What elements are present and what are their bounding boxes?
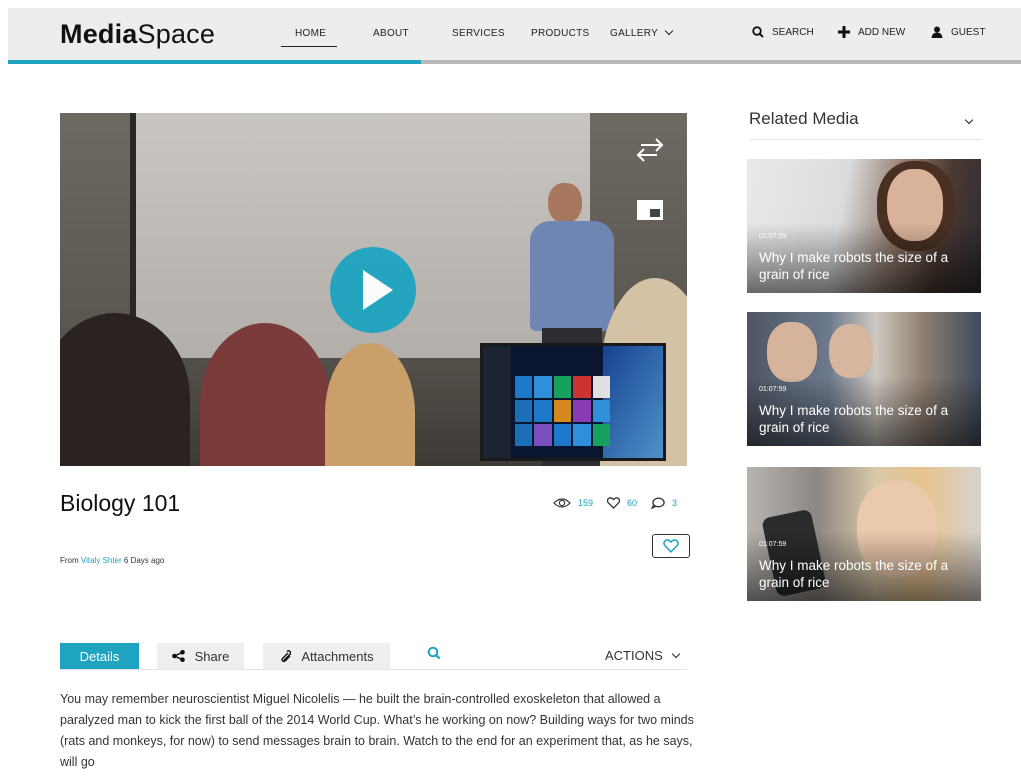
plus-icon	[838, 26, 850, 38]
tab-details[interactable]: Details	[60, 643, 139, 669]
tab-details-label: Details	[79, 648, 120, 664]
views-stat: 159	[553, 497, 593, 509]
related-media-title: Related Media	[749, 109, 859, 128]
nav-products[interactable]: PRODUCTS	[531, 28, 590, 39]
related-media-card[interactable]: 01:07:59 Why I make robots the size of a…	[747, 159, 981, 293]
author-link[interactable]: Vitaly Shter	[81, 556, 122, 565]
video-description: You may remember neuroscientist Miguel N…	[60, 692, 694, 769]
chevron-down-icon	[664, 26, 674, 36]
comments-stat: 3	[651, 497, 677, 509]
search-label: SEARCH	[772, 26, 814, 38]
media-title: Why I make robots the size of a grain of…	[759, 558, 949, 590]
comments-count: 3	[672, 498, 678, 508]
brand-logo-light: Space	[137, 19, 216, 49]
nav-services[interactable]: SERVICES	[452, 28, 505, 39]
header-accent-line	[8, 60, 421, 64]
search-icon[interactable]	[427, 646, 441, 660]
thumbnail-person-face	[767, 322, 817, 382]
related-media-card[interactable]: 01:07:59 Why I make robots the size of a…	[747, 312, 981, 446]
video-title: Biology 101	[60, 490, 181, 516]
thumbnail-person-face	[829, 324, 873, 378]
related-media-card[interactable]: 01:07:59 Why I make robots the size of a…	[747, 467, 981, 601]
heart-icon	[663, 539, 679, 553]
search-button[interactable]: SEARCH	[752, 26, 814, 38]
nav-gallery[interactable]: GALLERY	[610, 26, 674, 39]
nav-home[interactable]: HOME	[295, 28, 326, 39]
media-duration: 01:07:59	[759, 233, 787, 240]
video-thumbnail-presenter	[548, 183, 582, 223]
monitor-start-menu	[483, 346, 511, 458]
tab-attachments[interactable]: Attachments	[263, 643, 390, 669]
add-new-button[interactable]: ADD NEW	[838, 26, 905, 38]
chevron-down-icon	[671, 649, 681, 658]
share-icon	[171, 650, 185, 662]
brand-logo[interactable]: MediaSpace	[60, 19, 215, 50]
tab-share-label: Share	[194, 648, 230, 664]
nav-gallery-label: GALLERY	[610, 28, 659, 39]
heart-icon	[607, 497, 621, 509]
brand-logo-bold: Media	[60, 19, 138, 49]
video-thumbnail-presenter-body	[530, 221, 614, 331]
video-byline: From Vitaly Shter 6 Days ago	[60, 556, 164, 565]
swap-layout-icon[interactable]	[635, 137, 665, 163]
play-button[interactable]	[330, 247, 416, 333]
add-new-label: ADD NEW	[858, 26, 906, 38]
video-player[interactable]	[60, 113, 687, 466]
upload-age: 6 Days ago	[123, 556, 165, 565]
comment-icon	[651, 497, 665, 509]
search-icon	[752, 26, 764, 38]
related-media-header[interactable]: Related Media	[749, 109, 982, 140]
picture-in-picture-icon[interactable]	[636, 199, 664, 221]
nav-about[interactable]: ABOUT	[373, 28, 409, 39]
video-stats: 159 60 3	[553, 497, 685, 509]
eye-icon	[553, 498, 571, 508]
media-duration: 01:07:59	[759, 541, 787, 548]
media-title: Why I make robots the size of a grain of…	[759, 250, 949, 282]
likes-stat: 60	[607, 497, 637, 509]
actions-label: ACTIONS	[605, 648, 663, 663]
monitor-tiles	[515, 376, 610, 446]
byline-prefix: From	[60, 556, 79, 565]
chevron-down-icon	[964, 115, 974, 125]
tabs-divider	[60, 669, 687, 670]
header-divider-line	[421, 60, 1021, 64]
likes-count: 60	[627, 498, 638, 508]
video-thumbnail-monitor	[480, 343, 666, 461]
views-count: 159	[578, 498, 594, 508]
media-title: Why I make robots the size of a grain of…	[759, 403, 949, 435]
paperclip-icon	[281, 649, 292, 662]
media-duration: 01:07:59	[759, 386, 787, 393]
like-button[interactable]	[652, 534, 690, 558]
tab-share[interactable]: Share	[157, 643, 244, 669]
user-icon	[931, 26, 943, 38]
guest-label: GUEST	[951, 26, 986, 38]
tab-attachments-label: Attachments	[301, 648, 374, 664]
actions-dropdown[interactable]: ACTIONS	[605, 648, 681, 663]
guest-account-button[interactable]: GUEST	[931, 26, 985, 38]
nav-home-active-underline	[281, 46, 337, 47]
monitor-wallpaper	[603, 346, 663, 458]
